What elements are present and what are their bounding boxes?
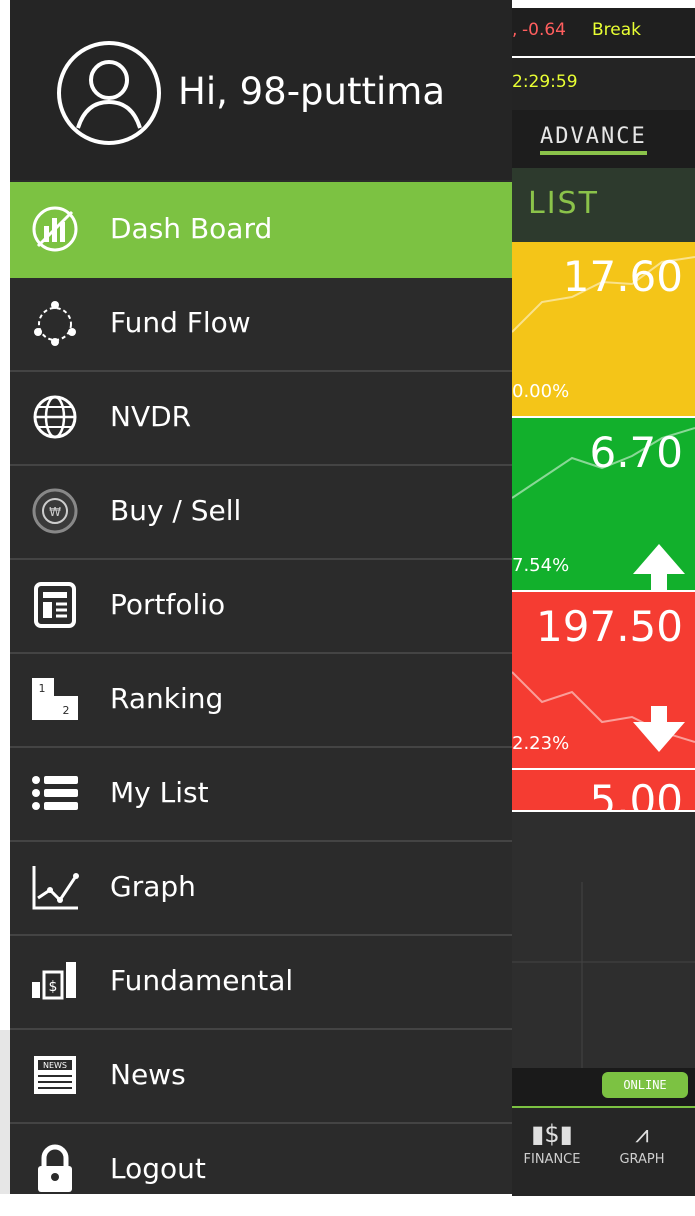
left-edge-lower xyxy=(0,1030,10,1194)
arrow-down-stem xyxy=(651,706,667,722)
tab-advance[interactable]: ADVANCE xyxy=(540,124,647,155)
stock-card[interactable]: 17.60 0.00% xyxy=(512,242,695,416)
buy-sell-icon: ₩ xyxy=(32,488,78,534)
bottom-nav: ▮$▮ FINANCE ⩘ GRAPH xyxy=(512,1106,695,1196)
arrow-up-icon xyxy=(633,544,685,574)
menu-label: Fundamental xyxy=(110,964,294,997)
lock-icon xyxy=(38,1144,72,1192)
portfolio-icon xyxy=(34,582,76,628)
ranking-icon: 1 2 xyxy=(32,678,78,720)
dashboard-icon xyxy=(32,206,78,252)
menu-label: Fund Flow xyxy=(110,306,251,339)
menu-item-news[interactable]: NEWS News xyxy=(10,1028,512,1124)
arrow-up-stem xyxy=(651,574,667,590)
menu-item-nvdr[interactable]: NVDR xyxy=(10,370,512,466)
svg-text:2: 2 xyxy=(63,704,70,717)
left-edge xyxy=(0,0,10,1030)
menu-item-graph[interactable]: Graph xyxy=(10,840,512,936)
svg-text:NEWS: NEWS xyxy=(43,1061,67,1070)
menu-label: News xyxy=(110,1058,186,1091)
ticker-value: -0.64 xyxy=(522,20,566,40)
menu-label: NVDR xyxy=(110,400,192,433)
avatar-icon[interactable] xyxy=(56,40,162,146)
ticker-bar: , -0.64 Break xyxy=(512,8,695,56)
menu-item-ranking[interactable]: 1 2 Ranking xyxy=(10,652,512,748)
stock-price: 6.70 xyxy=(589,428,683,477)
clock-text: 2:29:59 xyxy=(512,72,578,92)
menu-item-buy-sell[interactable]: ₩ Buy / Sell xyxy=(10,464,512,560)
menu-item-fund-flow[interactable]: Fund Flow xyxy=(10,276,512,372)
stock-card[interactable]: 6.70 7.54% xyxy=(512,418,695,590)
svg-text:$: $ xyxy=(49,979,58,995)
graph-area xyxy=(512,812,695,1068)
menu-label: Dash Board xyxy=(110,212,273,245)
stock-price: 5.00 xyxy=(589,776,683,810)
menu-item-logout[interactable]: Logout xyxy=(10,1122,512,1216)
globe-icon xyxy=(33,395,77,439)
menu-item-my-list[interactable]: My List xyxy=(10,746,512,842)
graph-icon xyxy=(32,866,79,910)
menu-label: Portfolio xyxy=(110,588,226,621)
graph-icon: ⩘ xyxy=(635,1120,649,1148)
ticker-prefix: , xyxy=(512,20,518,40)
news-icon: NEWS xyxy=(34,1056,76,1094)
stock-card[interactable]: 197.50 2.23% xyxy=(512,592,695,768)
stock-card[interactable]: 5.00 xyxy=(512,770,695,810)
menu-item-portfolio[interactable]: Portfolio xyxy=(10,558,512,654)
stock-price: 17.60 xyxy=(562,252,683,301)
nav-finance[interactable]: ▮$▮ FINANCE xyxy=(512,1120,592,1167)
menu-label: Buy / Sell xyxy=(110,494,242,527)
ticker-word: Break xyxy=(592,20,641,40)
menu-item-dashboard[interactable]: Dash Board xyxy=(10,182,512,278)
arrow-down-icon xyxy=(633,722,685,752)
fundamental-icon: $ xyxy=(32,962,76,1000)
stock-change: 2.23% xyxy=(512,733,570,754)
nav-finance-label: FINANCE xyxy=(523,1152,581,1167)
svg-text:₩: ₩ xyxy=(49,505,61,519)
menu-label: Logout xyxy=(110,1152,206,1185)
clock-bar: 2:29:59 xyxy=(512,58,695,110)
drawer-header: Hi, 98-puttima xyxy=(10,0,512,180)
list-title: LIST xyxy=(528,186,599,221)
fundamental-icon: ▮$▮ xyxy=(531,1120,573,1148)
menu-label: My List xyxy=(110,776,209,809)
menu-label: Ranking xyxy=(110,682,224,715)
online-badge: ONLINE xyxy=(602,1072,688,1098)
menu-label: Graph xyxy=(110,870,196,903)
greeting: Hi, 98-puttima xyxy=(178,70,446,113)
stock-change: 0.00% xyxy=(512,381,570,402)
nav-graph[interactable]: ⩘ GRAPH xyxy=(602,1120,682,1167)
stock-change: 7.54% xyxy=(512,555,570,576)
nav-graph-label: GRAPH xyxy=(619,1152,665,1167)
list-icon xyxy=(32,776,78,810)
stock-price: 197.50 xyxy=(536,602,683,651)
list-header: LIST xyxy=(512,168,695,242)
fund-flow-icon xyxy=(34,301,76,346)
svg-text:1: 1 xyxy=(39,682,46,695)
menu-item-fundamental[interactable]: $ Fundamental xyxy=(10,934,512,1030)
